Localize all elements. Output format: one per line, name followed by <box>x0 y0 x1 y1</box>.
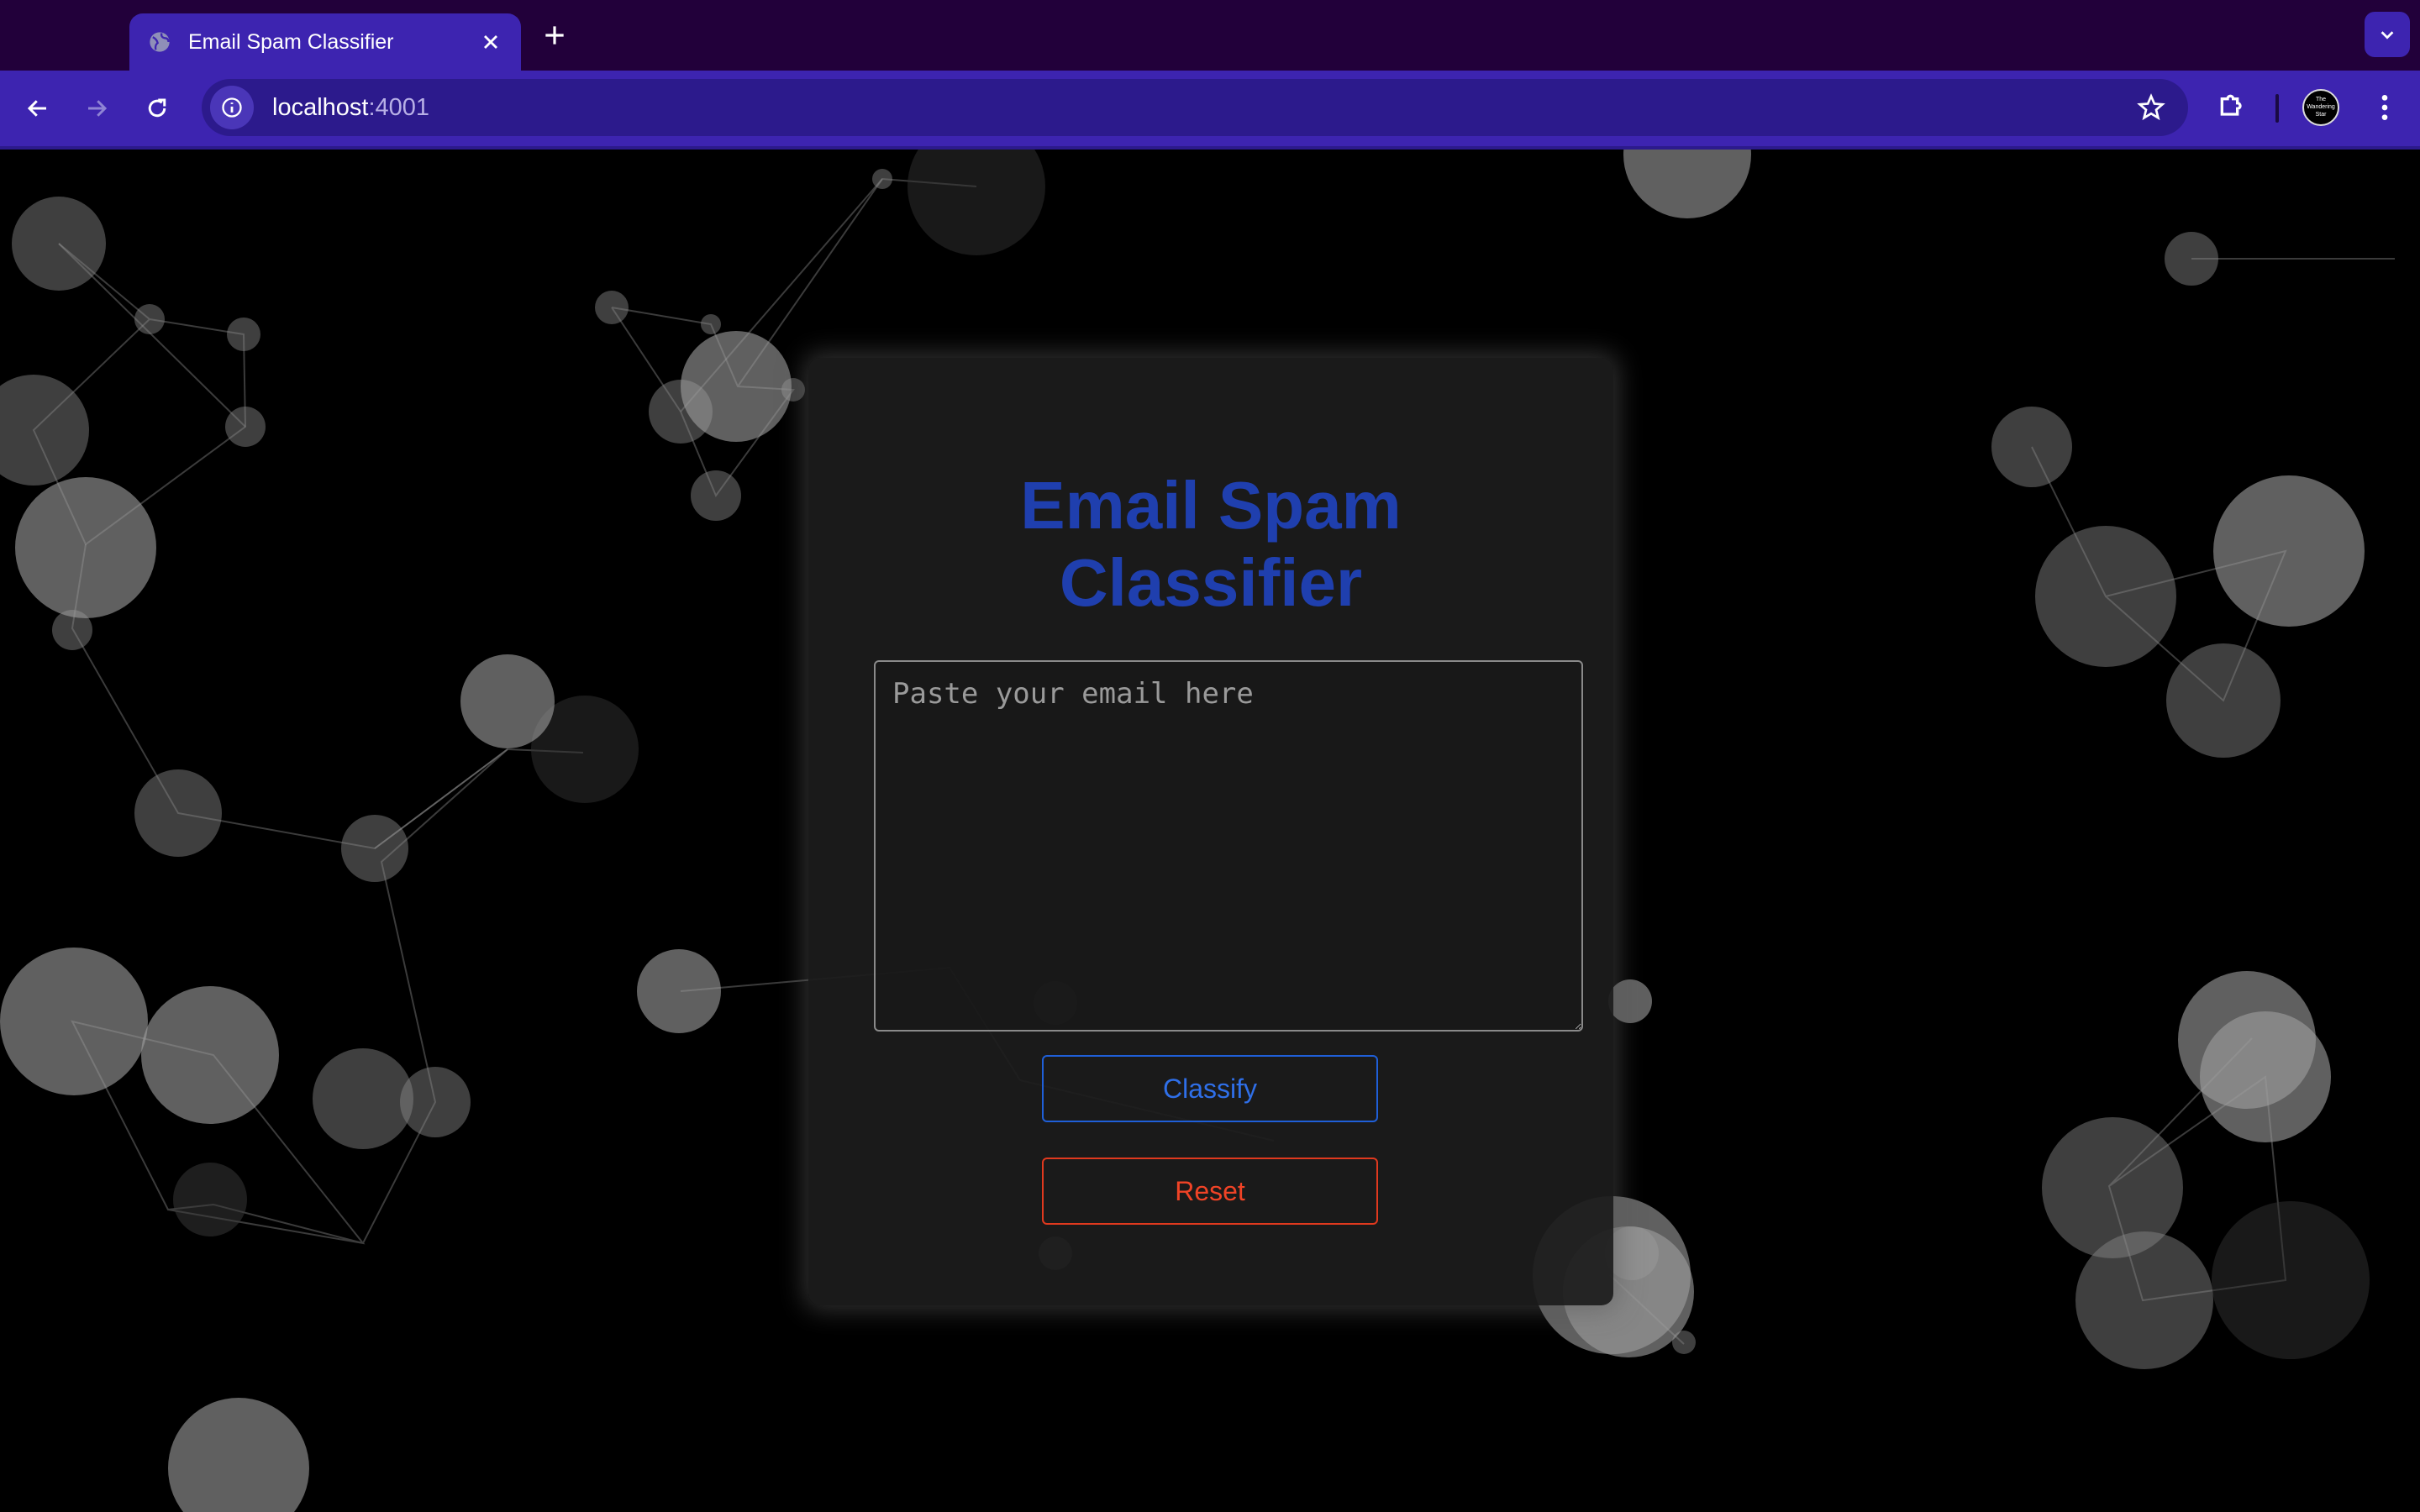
browser-toolbar: localhost:4001 The Wandering Star <box>0 71 2420 150</box>
reload-button[interactable] <box>139 91 175 126</box>
page-title-line2: Classifier <box>1059 545 1363 620</box>
forward-arrow-icon <box>88 100 108 117</box>
tab-active[interactable]: Email Spam Classifier <box>129 13 521 71</box>
reset-button[interactable]: Reset <box>1042 1158 1378 1225</box>
plus-icon[interactable] <box>541 22 568 49</box>
tab-title: Email Spam Classifier <box>188 29 394 54</box>
page-viewport: Email Spam Classifier Classify Reset <box>0 150 2420 1512</box>
email-input[interactable] <box>874 660 1583 1032</box>
profile-avatar[interactable]: The Wandering Star <box>2302 89 2339 126</box>
page-title: Email Spam Classifier <box>808 467 1613 622</box>
forward-button[interactable] <box>79 91 114 126</box>
classify-button[interactable]: Classify <box>1042 1055 1378 1122</box>
star-icon[interactable] <box>2136 92 2166 123</box>
close-icon[interactable] <box>479 30 502 54</box>
back-arrow-icon <box>27 100 46 117</box>
site-info-button[interactable] <box>210 86 254 129</box>
classifier-card: Email Spam Classifier Classify Reset <box>808 358 1613 1305</box>
tab-search-button[interactable] <box>2365 12 2410 57</box>
reload-icon <box>148 98 166 118</box>
back-button[interactable] <box>20 91 55 126</box>
chevron-down-icon <box>2381 31 2394 39</box>
puzzle-icon[interactable] <box>2215 89 2249 123</box>
url-host: localhost <box>272 93 369 121</box>
toolbar-separator <box>2275 94 2279 123</box>
url-text[interactable]: localhost:4001 <box>272 94 429 122</box>
tab-strip: Email Spam Classifier <box>0 0 2420 71</box>
address-bar[interactable]: localhost:4001 <box>202 79 2188 136</box>
page-title-line1: Email Spam <box>1020 468 1402 543</box>
url-port: :4001 <box>368 93 430 121</box>
kebab-menu-icon[interactable] <box>2368 91 2402 124</box>
globe-icon <box>150 32 170 52</box>
info-icon <box>222 97 242 118</box>
